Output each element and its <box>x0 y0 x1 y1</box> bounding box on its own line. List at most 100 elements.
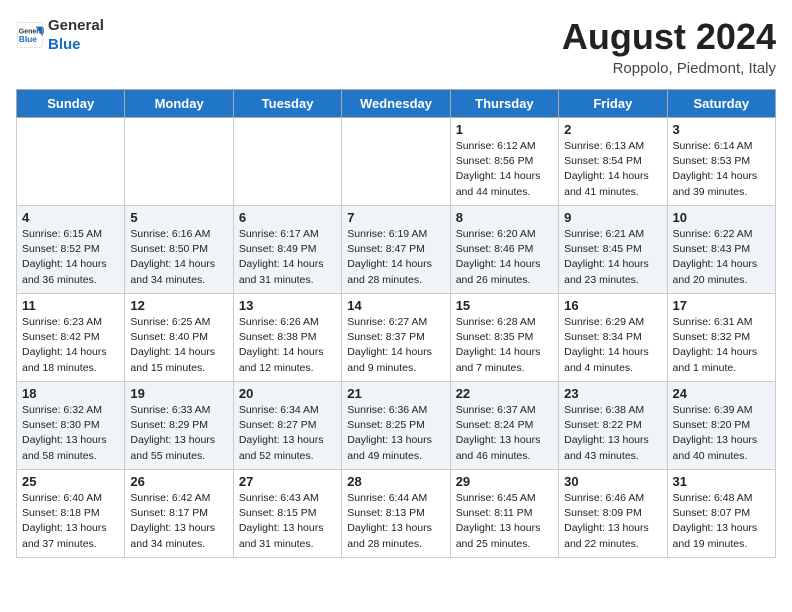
day-number: 31 <box>673 474 770 489</box>
calendar-cell: 5 Sunrise: 6:16 AMSunset: 8:50 PMDaylight… <box>125 206 233 294</box>
calendar-cell: 26Sunrise: 6:42 AMSunset: 8:17 PMDayligh… <box>125 470 233 558</box>
day-info: Sunrise: 6:43 AMSunset: 8:15 PMDaylight:… <box>239 491 336 552</box>
header-day-thursday: Thursday <box>450 90 558 118</box>
calendar-cell: 3 Sunrise: 6:14 AMSunset: 8:53 PMDaylight… <box>667 118 775 206</box>
calendar-table: SundayMondayTuesdayWednesdayThursdayFrid… <box>16 89 776 558</box>
header-day-saturday: Saturday <box>667 90 775 118</box>
day-info: Sunrise: 6:46 AMSunset: 8:09 PMDaylight:… <box>564 491 661 552</box>
calendar-cell: 14 Sunrise: 6:27 AMSunset: 8:37 PMDayligh… <box>342 294 450 382</box>
calendar-cell: 24 Sunrise: 6:39 AMSunset: 8:20 PMDayligh… <box>667 382 775 470</box>
day-number: 15 <box>456 298 553 313</box>
day-info: Sunrise: 6:42 AMSunset: 8:17 PMDaylight:… <box>130 491 227 552</box>
day-number: 12 <box>130 298 227 313</box>
day-info: Sunrise: 6:31 AMSunset: 8:32 PMDaylight:… <box>673 315 770 376</box>
day-info: Sunrise: 6:12 AMSunset: 8:56 PMDaylight:… <box>456 139 553 200</box>
day-number: 1 <box>456 122 553 137</box>
day-info: Sunrise: 6:26 AMSunset: 8:38 PMDaylight:… <box>239 315 336 376</box>
day-info: Sunrise: 6:27 AMSunset: 8:37 PMDaylight:… <box>347 315 444 376</box>
calendar-cell: 31 Sunrise: 6:48 AMSunset: 8:07 PMDayligh… <box>667 470 775 558</box>
day-info: Sunrise: 6:17 AMSunset: 8:49 PMDaylight:… <box>239 227 336 288</box>
day-info: Sunrise: 6:48 AMSunset: 8:07 PMDaylight:… <box>673 491 770 552</box>
logo: General Blue General Blue <box>16 16 104 54</box>
svg-text:Blue: Blue <box>19 34 37 44</box>
calendar-cell: 30 Sunrise: 6:46 AMSunset: 8:09 PMDayligh… <box>559 470 667 558</box>
day-info: Sunrise: 6:45 AMSunset: 8:11 PMDaylight:… <box>456 491 553 552</box>
logo-text: General Blue <box>48 16 104 54</box>
calendar-cell: 1 Sunrise: 6:12 AMSunset: 8:56 PMDaylight… <box>450 118 558 206</box>
calendar-cell: 6 Sunrise: 6:17 AMSunset: 8:49 PMDaylight… <box>233 206 341 294</box>
calendar-cell: 9 Sunrise: 6:21 AMSunset: 8:45 PMDaylight… <box>559 206 667 294</box>
day-info: Sunrise: 6:37 AMSunset: 8:24 PMDaylight:… <box>456 403 553 464</box>
day-info: Sunrise: 6:40 AMSunset: 8:18 PMDaylight:… <box>22 491 119 552</box>
calendar-cell: 25 Sunrise: 6:40 AMSunset: 8:18 PMDayligh… <box>17 470 125 558</box>
calendar-cell: 2 Sunrise: 6:13 AMSunset: 8:54 PMDaylight… <box>559 118 667 206</box>
day-number: 20 <box>239 386 336 401</box>
calendar-cell: 17Sunrise: 6:31 AMSunset: 8:32 PMDayligh… <box>667 294 775 382</box>
calendar-cell: 8 Sunrise: 6:20 AMSunset: 8:46 PMDaylight… <box>450 206 558 294</box>
day-info: Sunrise: 6:38 AMSunset: 8:22 PMDaylight:… <box>564 403 661 464</box>
logo-general: General <box>48 17 104 34</box>
calendar-cell: 16Sunrise: 6:29 AMSunset: 8:34 PMDayligh… <box>559 294 667 382</box>
calendar-cell: 13 Sunrise: 6:26 AMSunset: 8:38 PMDayligh… <box>233 294 341 382</box>
day-number: 16 <box>564 298 661 313</box>
day-number: 14 <box>347 298 444 313</box>
header-day-tuesday: Tuesday <box>233 90 341 118</box>
header-day-friday: Friday <box>559 90 667 118</box>
calendar-cell: 21 Sunrise: 6:36 AMSunset: 8:25 PMDayligh… <box>342 382 450 470</box>
day-info: Sunrise: 6:33 AMSunset: 8:29 PMDaylight:… <box>130 403 227 464</box>
day-number: 8 <box>456 210 553 225</box>
header-day-sunday: Sunday <box>17 90 125 118</box>
header-day-monday: Monday <box>125 90 233 118</box>
day-info: Sunrise: 6:13 AMSunset: 8:54 PMDaylight:… <box>564 139 661 200</box>
calendar-cell: 29Sunrise: 6:45 AMSunset: 8:11 PMDayligh… <box>450 470 558 558</box>
day-number: 24 <box>673 386 770 401</box>
day-info: Sunrise: 6:23 AMSunset: 8:42 PMDaylight:… <box>22 315 119 376</box>
page-header: General Blue General Blue August 2024 Ro… <box>16 16 776 77</box>
day-number: 19 <box>130 386 227 401</box>
calendar-cell: 4Sunrise: 6:15 AMSunset: 8:52 PMDaylight… <box>17 206 125 294</box>
calendar-cell: 27Sunrise: 6:43 AMSunset: 8:15 PMDayligh… <box>233 470 341 558</box>
day-number: 21 <box>347 386 444 401</box>
day-info: Sunrise: 6:44 AMSunset: 8:13 PMDaylight:… <box>347 491 444 552</box>
header-row: SundayMondayTuesdayWednesdayThursdayFrid… <box>17 90 776 118</box>
day-number: 23 <box>564 386 661 401</box>
day-info: Sunrise: 6:21 AMSunset: 8:45 PMDaylight:… <box>564 227 661 288</box>
day-number: 7 <box>347 210 444 225</box>
day-info: Sunrise: 6:34 AMSunset: 8:27 PMDaylight:… <box>239 403 336 464</box>
day-number: 18 <box>22 386 119 401</box>
day-info: Sunrise: 6:14 AMSunset: 8:53 PMDaylight:… <box>673 139 770 200</box>
calendar-cell: 10 Sunrise: 6:22 AMSunset: 8:43 PMDayligh… <box>667 206 775 294</box>
day-number: 13 <box>239 298 336 313</box>
calendar-cell: 18 Sunrise: 6:32 AMSunset: 8:30 PMDayligh… <box>17 382 125 470</box>
day-number: 5 <box>130 210 227 225</box>
day-number: 28 <box>347 474 444 489</box>
day-number: 30 <box>564 474 661 489</box>
day-number: 25 <box>22 474 119 489</box>
day-number: 22 <box>456 386 553 401</box>
day-number: 9 <box>564 210 661 225</box>
calendar-cell: 12 Sunrise: 6:25 AMSunset: 8:40 PMDayligh… <box>125 294 233 382</box>
calendar-cell <box>233 118 341 206</box>
day-number: 10 <box>673 210 770 225</box>
day-info: Sunrise: 6:39 AMSunset: 8:20 PMDaylight:… <box>673 403 770 464</box>
day-info: Sunrise: 6:22 AMSunset: 8:43 PMDaylight:… <box>673 227 770 288</box>
day-number: 2 <box>564 122 661 137</box>
location-subtitle: Roppolo, Piedmont, Italy <box>562 60 776 77</box>
header-day-wednesday: Wednesday <box>342 90 450 118</box>
day-info: Sunrise: 6:36 AMSunset: 8:25 PMDaylight:… <box>347 403 444 464</box>
day-info: Sunrise: 6:16 AMSunset: 8:50 PMDaylight:… <box>130 227 227 288</box>
calendar-cell: 28 Sunrise: 6:44 AMSunset: 8:13 PMDayligh… <box>342 470 450 558</box>
logo-blue: Blue <box>48 36 81 53</box>
day-number: 3 <box>673 122 770 137</box>
calendar-cell: 15Sunrise: 6:28 AMSunset: 8:35 PMDayligh… <box>450 294 558 382</box>
day-info: Sunrise: 6:20 AMSunset: 8:46 PMDaylight:… <box>456 227 553 288</box>
calendar-cell: 7Sunrise: 6:19 AMSunset: 8:47 PMDaylight… <box>342 206 450 294</box>
day-info: Sunrise: 6:15 AMSunset: 8:52 PMDaylight:… <box>22 227 119 288</box>
calendar-cell <box>125 118 233 206</box>
title-block: August 2024 Roppolo, Piedmont, Italy <box>562 16 776 77</box>
calendar-week-2: 4Sunrise: 6:15 AMSunset: 8:52 PMDaylight… <box>17 206 776 294</box>
day-info: Sunrise: 6:32 AMSunset: 8:30 PMDaylight:… <box>22 403 119 464</box>
day-info: Sunrise: 6:25 AMSunset: 8:40 PMDaylight:… <box>130 315 227 376</box>
logo-icon: General Blue <box>16 21 44 49</box>
day-number: 6 <box>239 210 336 225</box>
